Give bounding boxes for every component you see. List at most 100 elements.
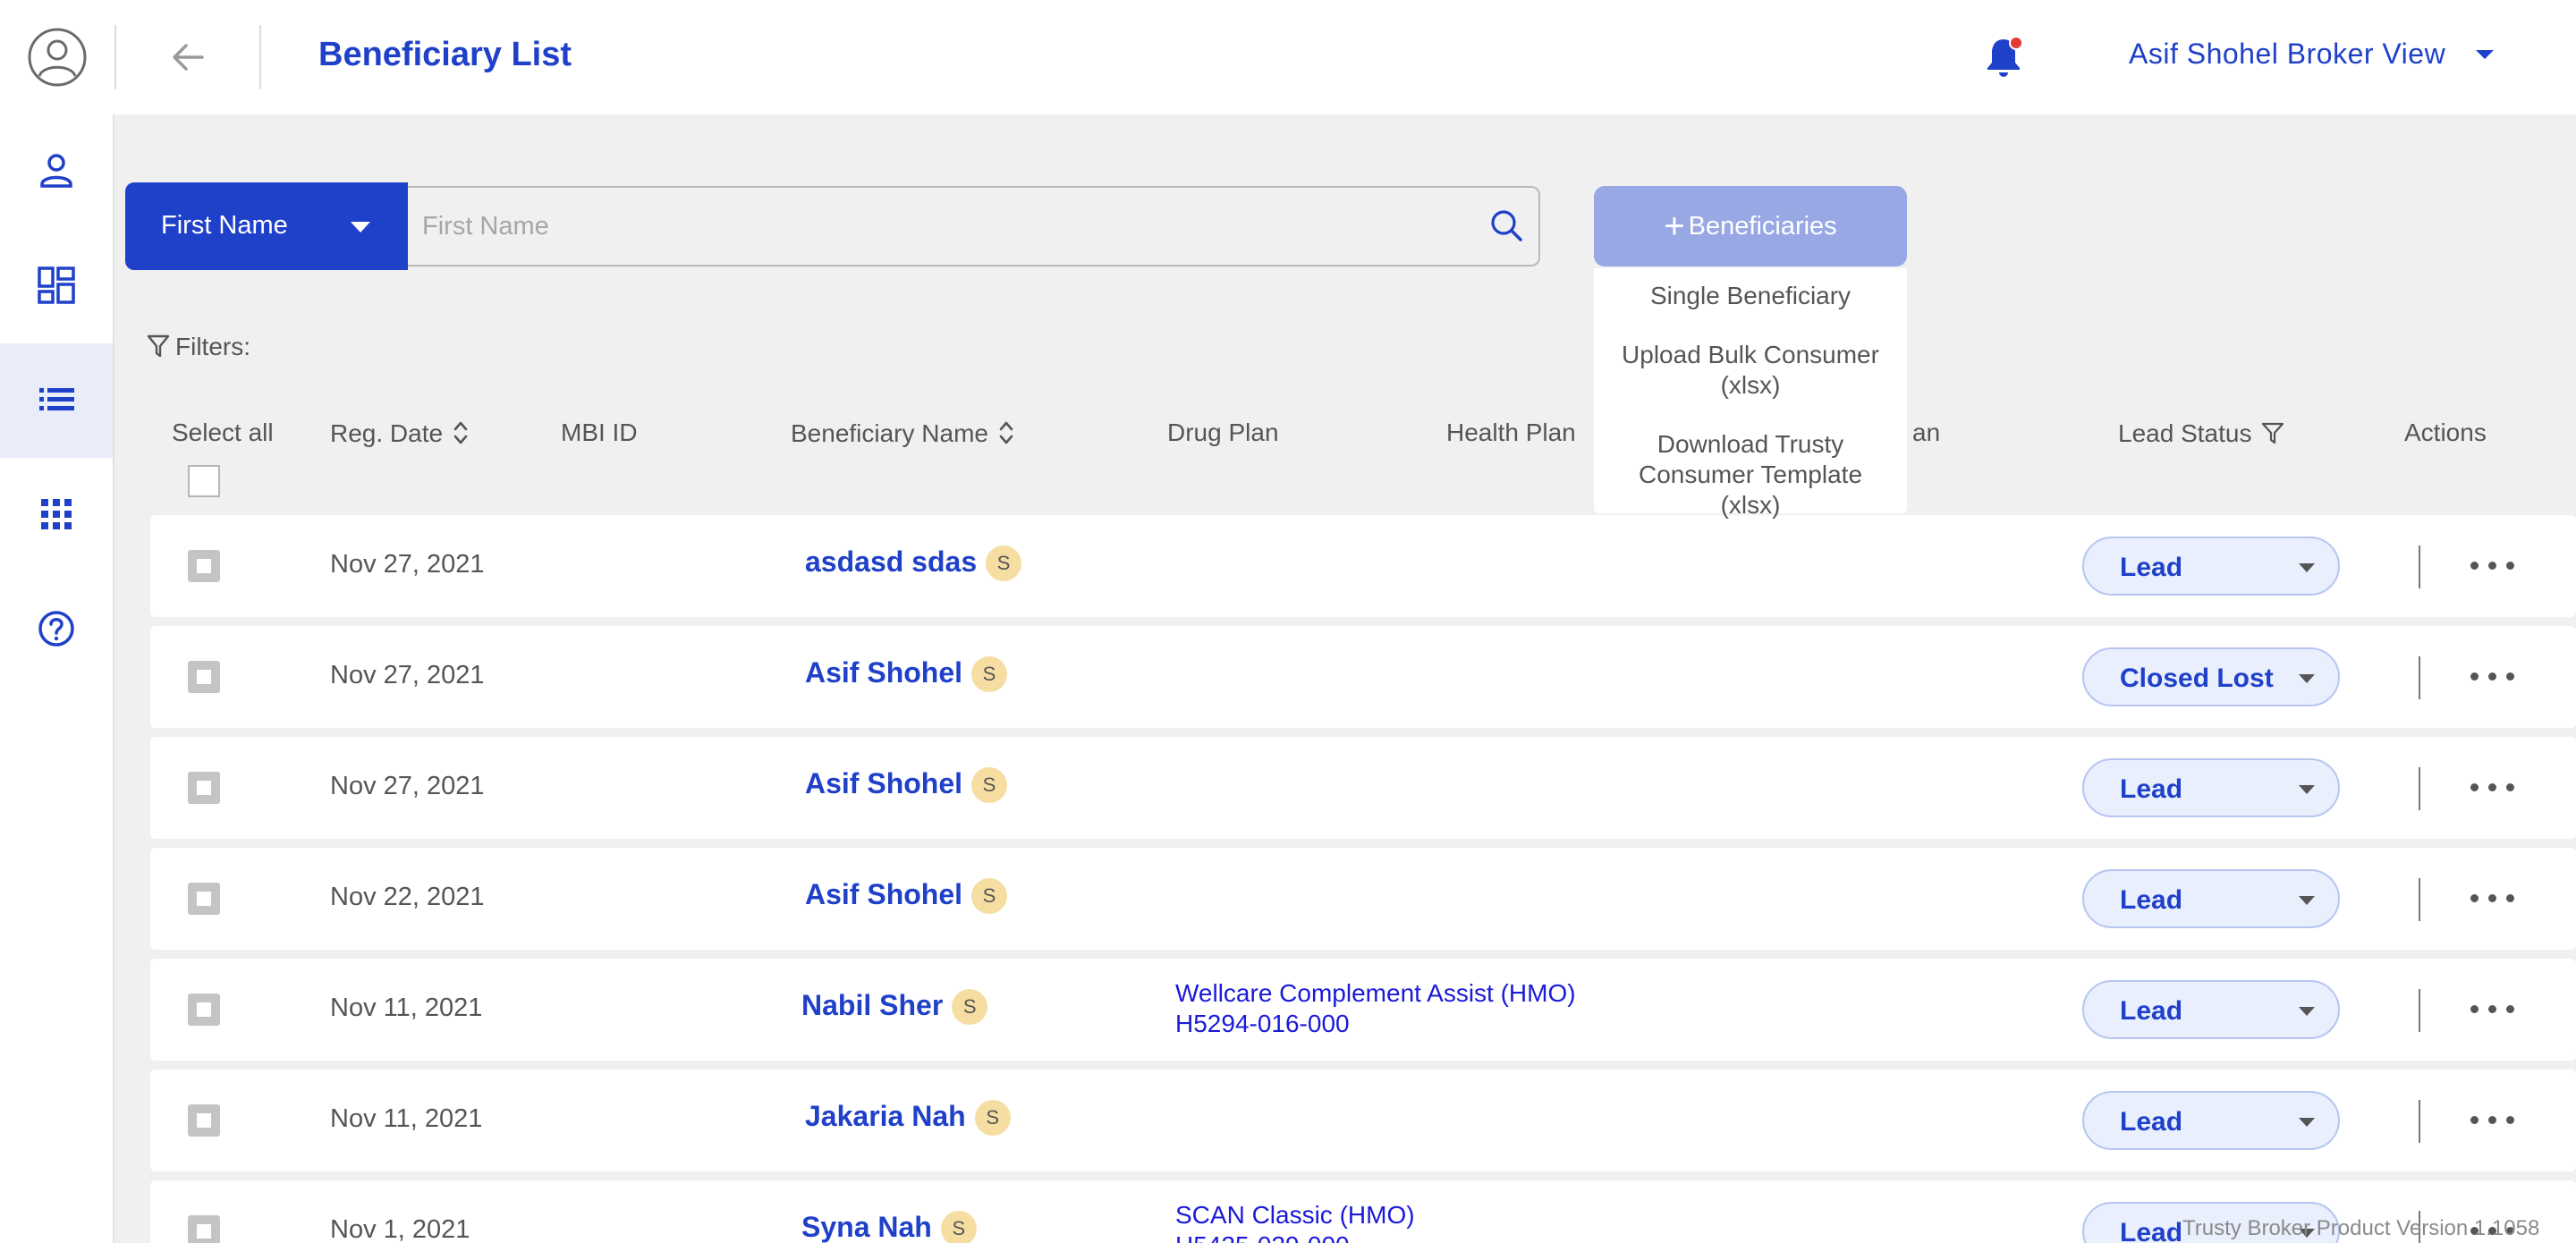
chevron-down-icon — [351, 222, 370, 233]
more-options-icon[interactable] — [2470, 672, 2515, 681]
drug-plan-link[interactable]: SCAN Classic (HMO) H5425-029-000 — [1175, 1200, 1415, 1243]
row-checkbox[interactable] — [188, 661, 220, 693]
more-options-icon[interactable] — [2470, 562, 2515, 571]
column-header-other-plan: an — [1912, 419, 1941, 446]
sidebar-item-help[interactable] — [0, 572, 113, 687]
row-checkbox[interactable] — [188, 883, 220, 915]
beneficiary-name-link[interactable]: Nabil Sher S — [801, 989, 988, 1025]
search-icon[interactable] — [1488, 207, 1524, 243]
reg-date: Nov 11, 2021 — [330, 1104, 483, 1133]
notification-bell-icon[interactable] — [1982, 34, 2025, 80]
add-beneficiaries-button[interactable]: + Beneficiaries — [1594, 186, 1907, 266]
row-checkbox[interactable] — [188, 550, 220, 582]
beneficiary-name: Jakaria Nah — [805, 1100, 966, 1132]
lead-status-select[interactable]: Lead — [2082, 869, 2340, 928]
dashboard-icon — [38, 266, 75, 304]
beneficiary-name: Asif Shohel — [805, 878, 963, 910]
reg-date: Nov 1, 2021 — [330, 1215, 470, 1243]
chevron-down-icon — [2299, 896, 2315, 905]
plus-icon: + — [1664, 207, 1685, 246]
sidebar-item-profile[interactable] — [0, 114, 113, 229]
beneficiary-name-link[interactable]: Asif Shohel S — [805, 878, 1008, 914]
lead-status-value: Lead — [2120, 1107, 2183, 1137]
chevron-down-icon[interactable] — [2476, 50, 2494, 59]
lead-status-select[interactable]: Lead — [2082, 758, 2340, 817]
row-checkbox[interactable] — [188, 1104, 220, 1137]
beneficiary-name: Asif Shohel — [805, 767, 963, 799]
reg-date-label: Reg. Date — [330, 419, 444, 447]
beneficiary-name-link[interactable]: asdasd sdas S — [805, 545, 1022, 581]
beneficiary-name-link[interactable]: Asif Shohel S — [805, 656, 1008, 692]
status-badge: S — [971, 656, 1008, 692]
sidebar — [0, 114, 114, 1243]
person-icon — [40, 154, 72, 188]
sidebar-item-beneficiary-list[interactable] — [0, 343, 113, 458]
reg-date: Nov 27, 2021 — [330, 661, 485, 689]
chevron-down-icon — [2299, 563, 2315, 572]
lead-status-select[interactable]: Closed Lost — [2082, 647, 2340, 706]
menu-item-upload-bulk[interactable]: Upload Bulk Consumer (xlsx) — [1594, 340, 1907, 401]
beneficiary-name-link[interactable]: Jakaria Nah S — [805, 1100, 1011, 1136]
add-beneficiaries-menu: Single Beneficiary Upload Bulk Consumer … — [1594, 268, 1907, 519]
row-checkbox[interactable] — [188, 1215, 220, 1243]
column-header-lead-status[interactable]: Lead Status — [2118, 419, 2285, 448]
search-box — [408, 186, 1540, 266]
action-divider — [2419, 545, 2420, 588]
filter-icon[interactable] — [2260, 419, 2285, 447]
back-arrow-icon[interactable] — [166, 36, 209, 79]
select-all-label: Select all — [172, 419, 274, 446]
lead-status-value: Lead — [2120, 1218, 2183, 1243]
more-options-icon[interactable] — [2470, 894, 2515, 903]
menu-item-single-beneficiary[interactable]: Single Beneficiary — [1594, 281, 1907, 311]
lead-status-value: Lead — [2120, 774, 2183, 804]
sidebar-item-apps[interactable] — [0, 458, 113, 572]
more-options-icon[interactable] — [2470, 1116, 2515, 1125]
user-avatar-icon[interactable] — [27, 27, 88, 88]
lead-status-select[interactable]: Lead — [2082, 537, 2340, 596]
column-header-reg-date[interactable]: Reg. Date — [330, 419, 470, 448]
row-checkbox[interactable] — [188, 772, 220, 804]
sidebar-item-dashboard[interactable] — [0, 229, 113, 343]
menu-item-download-template[interactable]: Download Trusty Consumer Template (xlsx) — [1594, 429, 1907, 520]
beneficiary-name-link[interactable]: Syna Nah S — [801, 1211, 977, 1243]
sort-icon[interactable] — [997, 419, 1015, 447]
drug-plan-link[interactable]: Wellcare Complement Assist (HMO) H5294-0… — [1175, 978, 1576, 1039]
select-all-checkbox[interactable] — [188, 465, 220, 497]
reg-date: Nov 27, 2021 — [330, 772, 485, 800]
help-icon — [38, 611, 74, 647]
search-field-select[interactable]: First Name — [125, 182, 408, 270]
version-footer: Trusty Broker Product Version 1.1058 — [2182, 1216, 2540, 1240]
column-header-drug-plan: Drug Plan — [1167, 419, 1279, 446]
lead-status-select[interactable]: Lead — [2082, 1091, 2340, 1150]
lead-status-value: Lead — [2120, 553, 2183, 582]
sort-icon[interactable] — [452, 419, 470, 447]
filters-label: Filters: — [175, 333, 250, 360]
action-divider — [2419, 767, 2420, 810]
column-header-beneficiary-name[interactable]: Beneficiary Name — [791, 419, 1015, 448]
chevron-down-icon — [2299, 785, 2315, 794]
table-row: Nov 27, 2021 Asif Shohel S Lead — [150, 737, 2576, 839]
chevron-down-icon — [2299, 1007, 2315, 1016]
status-badge: S — [971, 767, 1008, 803]
search-input[interactable] — [422, 188, 1451, 265]
row-checkbox[interactable] — [188, 994, 220, 1026]
page-title: Beneficiary List — [318, 36, 572, 73]
table-row: Nov 22, 2021 Asif Shohel S Lead — [150, 848, 2576, 950]
action-divider — [2419, 1100, 2420, 1143]
table-row: Nov 11, 2021 Nabil Sher S Wellcare Comple… — [150, 959, 2576, 1061]
chevron-down-icon — [2299, 674, 2315, 683]
filter-icon — [147, 334, 170, 358]
more-options-icon[interactable] — [2470, 783, 2515, 792]
list-icon — [39, 388, 74, 410]
status-badge: S — [971, 878, 1008, 914]
header-divider — [114, 25, 116, 89]
table-row: Nov 11, 2021 Jakaria Nah S Lead — [150, 1070, 2576, 1171]
filters-toggle[interactable]: Filters: — [147, 333, 250, 361]
status-badge: S — [940, 1211, 977, 1243]
beneficiary-name-link[interactable]: Asif Shohel S — [805, 767, 1008, 803]
lead-status-value: Closed Lost — [2120, 664, 2274, 693]
status-badge: S — [952, 989, 988, 1025]
user-view-dropdown[interactable]: Asif Shohel Broker View — [2129, 38, 2445, 71]
more-options-icon[interactable] — [2470, 1005, 2515, 1014]
lead-status-select[interactable]: Lead — [2082, 980, 2340, 1039]
